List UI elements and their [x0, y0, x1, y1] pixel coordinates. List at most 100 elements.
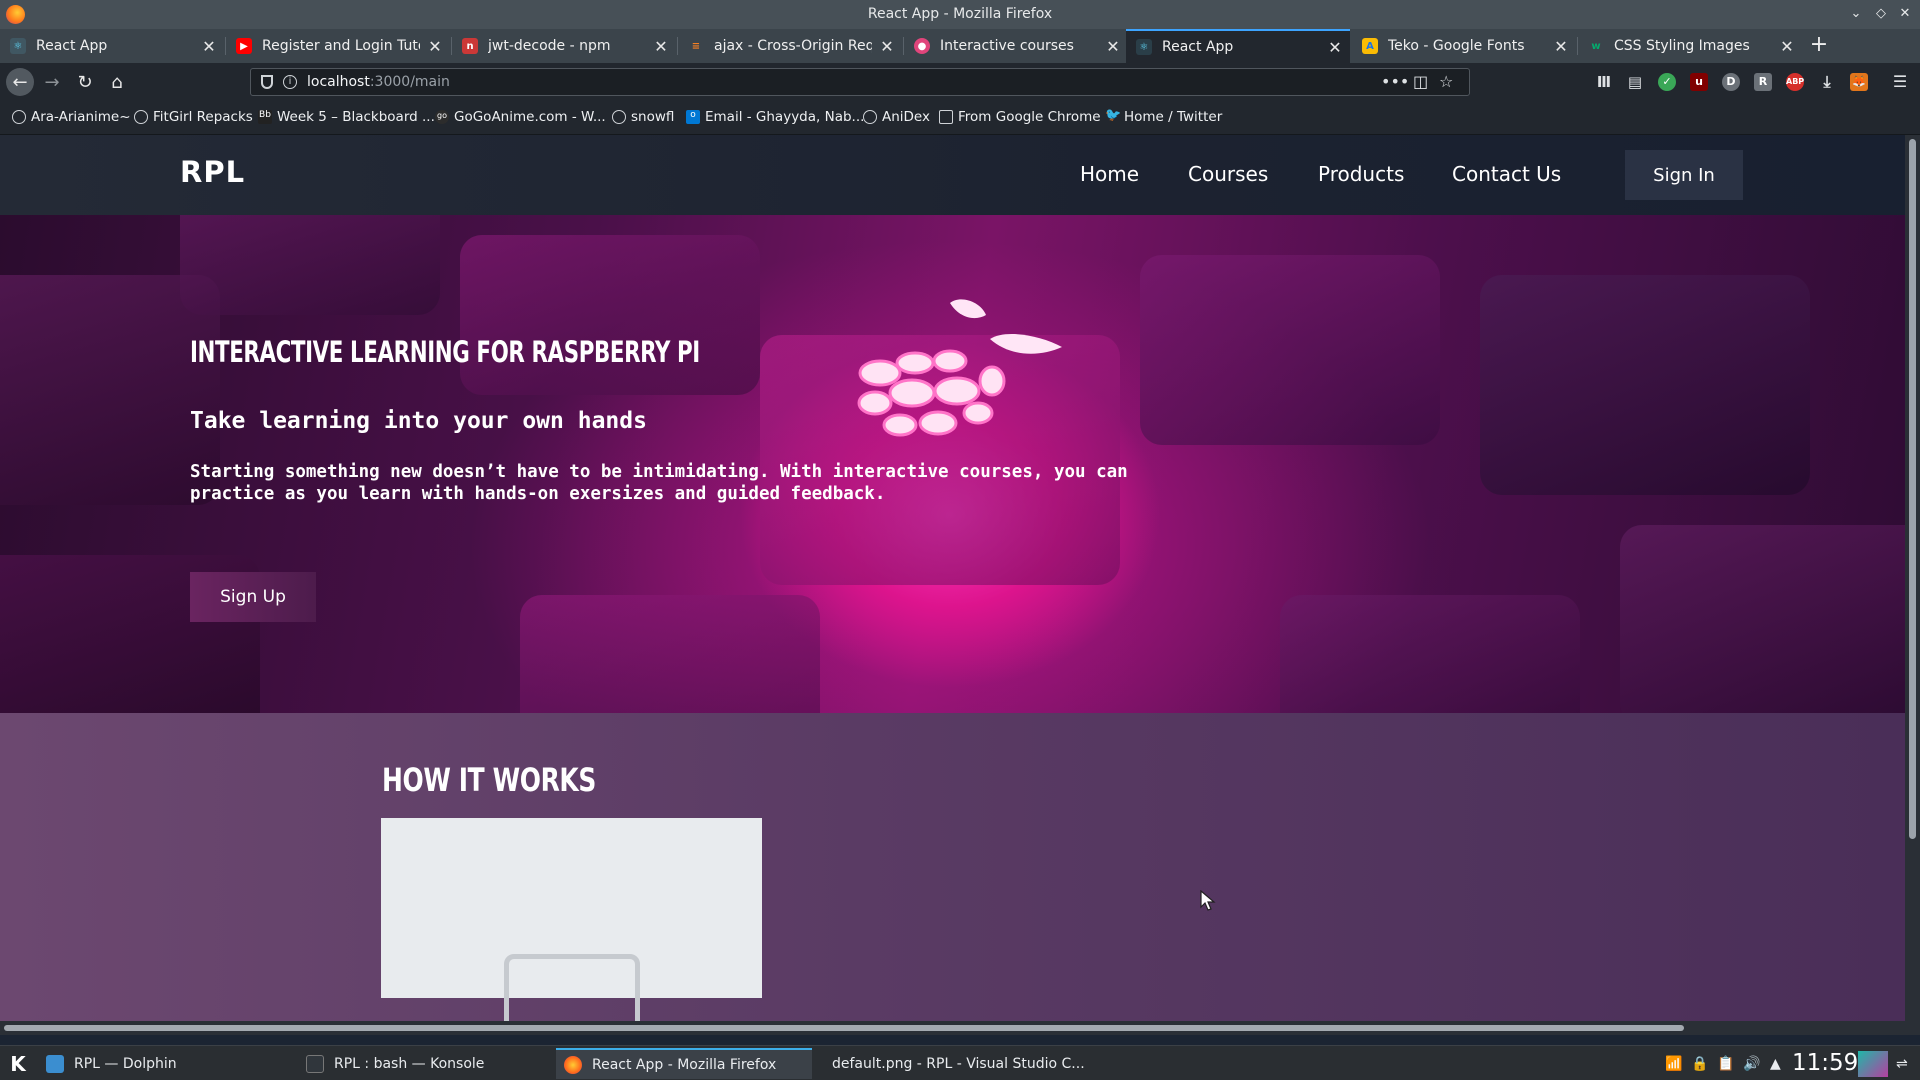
bookmarks-bar: Ara-Arianime~ FitGirl Repacks Bb Week 5 –…: [0, 101, 1920, 135]
metamask-icon[interactable]: 🦊: [1850, 73, 1868, 91]
reload-button[interactable]: ↻: [71, 68, 99, 96]
home-button[interactable]: ⌂: [103, 68, 131, 96]
kde-launcher-icon[interactable]: K: [6, 1052, 30, 1076]
clock[interactable]: 11:59: [1792, 1050, 1858, 1076]
nav-products[interactable]: Products: [1318, 162, 1404, 186]
hero-subtitle: Take learning into your own hands: [190, 408, 647, 434]
close-tab-icon[interactable]: ✕: [1098, 37, 1128, 56]
google-fonts-icon: A: [1362, 38, 1378, 54]
close-tab-icon[interactable]: ✕: [1546, 37, 1576, 56]
tab-register-login[interactable]: ▶ Register and Login Tutoria ✕: [226, 29, 450, 63]
tab-ajax-cors[interactable]: ≡ ajax - Cross-Origin Reque ✕: [678, 29, 902, 63]
task-firefox[interactable]: React App - Mozilla Firefox: [556, 1048, 812, 1079]
bookmark-email[interactable]: o Email - Ghayyda, Nab...: [686, 109, 864, 125]
youtube-icon: ▶: [236, 38, 252, 54]
w3schools-icon: w: [1591, 40, 1601, 52]
url-bar[interactable]: i localhost:3000/main ••• ◫ ☆: [250, 68, 1470, 96]
clipboard-icon[interactable]: 📋: [1717, 1056, 1734, 1072]
sidebar-icon[interactable]: ▤: [1626, 73, 1644, 91]
horizontal-scrollbar[interactable]: [0, 1021, 1905, 1035]
close-tab-icon[interactable]: ✕: [1772, 37, 1802, 56]
close-tab-icon[interactable]: ✕: [420, 37, 450, 56]
bookmark-anidex[interactable]: AniDex: [863, 109, 930, 125]
arrow-left-icon: ←: [12, 71, 28, 93]
ublock-icon[interactable]: u: [1690, 73, 1708, 91]
tab-label: Register and Login Tutoria: [262, 38, 420, 54]
site-info-icon[interactable]: i: [283, 75, 297, 89]
tab-react-app-1[interactable]: ⚛ React App ✕: [0, 29, 224, 63]
close-tab-icon[interactable]: ✕: [872, 37, 902, 56]
wifi-icon[interactable]: 📶: [1665, 1056, 1682, 1072]
course-site-icon: ●: [914, 38, 930, 54]
library-icon[interactable]: Ⅲ: [1595, 73, 1613, 91]
nav-home[interactable]: Home: [1080, 162, 1139, 186]
task-vscode[interactable]: default.png - RPL - Visual Studio C...: [814, 1048, 1085, 1079]
page-actions-icon[interactable]: •••: [1381, 72, 1409, 91]
outlook-icon: o: [686, 110, 700, 124]
extension-d-icon[interactable]: D: [1722, 73, 1740, 91]
nav-contact-us[interactable]: Contact Us: [1452, 162, 1561, 186]
download-icon[interactable]: ⤓: [1818, 73, 1836, 91]
bookmark-gogoanime[interactable]: go GoGoAnime.com - W...: [435, 109, 606, 125]
sign-up-button[interactable]: Sign Up: [190, 572, 316, 622]
gogoanime-icon: go: [435, 110, 449, 124]
task-konsole[interactable]: RPL : bash — Konsole: [298, 1048, 554, 1079]
task-dolphin[interactable]: RPL — Dolphin: [38, 1048, 296, 1079]
raspberry-pi-logo: [857, 299, 1062, 437]
tab-interactive-courses[interactable]: ● Interactive courses ✕: [904, 29, 1128, 63]
dolphin-icon: [46, 1054, 64, 1073]
hero-description: Starting something new doesn’t have to b…: [190, 462, 1128, 504]
show-desktop-icon[interactable]: [1858, 1051, 1888, 1077]
tray-expand-icon[interactable]: ▲: [1770, 1056, 1781, 1072]
url-text[interactable]: localhost:3000/main: [307, 74, 450, 90]
bookmark-snowfl[interactable]: snowfl: [612, 109, 674, 125]
how-it-works-title: HOW IT WORKS: [382, 761, 596, 799]
globe-icon: [134, 110, 148, 124]
tracking-shield-icon[interactable]: [261, 75, 273, 89]
nav-toolbar: ← → ↻ ⌂ i localhost:3000/main ••• ◫ ☆ Ⅲ …: [0, 63, 1920, 101]
tab-teko-google-fonts[interactable]: A Teko - Google Fonts ✕: [1352, 29, 1576, 63]
shield-extension-icon[interactable]: ✓: [1658, 73, 1676, 91]
reload-icon: ↻: [77, 71, 93, 93]
tab-css-styling-images[interactable]: w CSS Styling Images ✕: [1578, 29, 1802, 63]
nav-courses[interactable]: Courses: [1188, 162, 1268, 186]
volume-icon[interactable]: 🔊: [1743, 1056, 1760, 1072]
tab-jwt-decode[interactable]: n jwt-decode - npm ✕: [452, 29, 676, 63]
hamburger-menu-icon[interactable]: ☰: [1891, 73, 1909, 91]
new-tab-button[interactable]: +: [1804, 29, 1834, 63]
close-tab-icon[interactable]: ✕: [194, 37, 224, 56]
twitter-icon: 🐦: [1105, 108, 1122, 123]
blackboard-icon: Bb: [258, 110, 272, 124]
bookmark-fitgirl[interactable]: FitGirl Repacks: [134, 109, 253, 125]
back-button[interactable]: ←: [6, 68, 34, 96]
sign-in-button[interactable]: Sign In: [1625, 150, 1743, 200]
minimize-icon[interactable]: ⌄: [1847, 5, 1865, 23]
extension-icon[interactable]: R: [1754, 73, 1772, 91]
bookmark-blackboard[interactable]: Bb Week 5 – Blackboard ...: [258, 109, 435, 125]
firefox-icon: [564, 1055, 582, 1074]
adblock-plus-icon[interactable]: ABP: [1786, 73, 1804, 91]
npm-icon: n: [462, 38, 478, 54]
home-icon: ⌂: [111, 71, 123, 93]
react-icon: ⚛: [1136, 39, 1152, 55]
hero-title: INTERACTIVE LEARNING FOR RASPBERRY PI: [190, 335, 700, 369]
site-logo[interactable]: RPL: [180, 155, 245, 189]
maximize-icon[interactable]: ◇: [1872, 5, 1890, 23]
close-tab-icon[interactable]: ✕: [646, 37, 676, 56]
globe-icon: [863, 110, 877, 124]
bookmark-twitter[interactable]: 🐦 Home / Twitter: [1105, 109, 1222, 125]
tab-label: React App: [1162, 39, 1234, 55]
forward-button[interactable]: →: [38, 68, 66, 96]
close-window-icon[interactable]: ✕: [1896, 5, 1914, 23]
mouse-cursor-icon: [1200, 890, 1216, 911]
bookmark-star-icon[interactable]: ☆: [1439, 72, 1453, 91]
vertical-scrollbar[interactable]: [1905, 135, 1920, 1035]
lock-icon[interactable]: 🔒: [1691, 1056, 1708, 1072]
pocket-icon[interactable]: ◫: [1413, 72, 1428, 91]
panel-settings-icon[interactable]: ⇌: [1896, 1056, 1908, 1072]
tab-react-app-active[interactable]: ⚛ React App ✕: [1126, 29, 1350, 63]
bookmark-ara-arianime[interactable]: Ara-Arianime~: [12, 109, 131, 125]
close-tab-icon[interactable]: ✕: [1320, 38, 1350, 57]
bookmark-folder-google-chrome[interactable]: From Google Chrome: [939, 109, 1101, 125]
taskbar: K RPL — Dolphin RPL : bash — Konsole Rea…: [0, 1045, 1920, 1080]
